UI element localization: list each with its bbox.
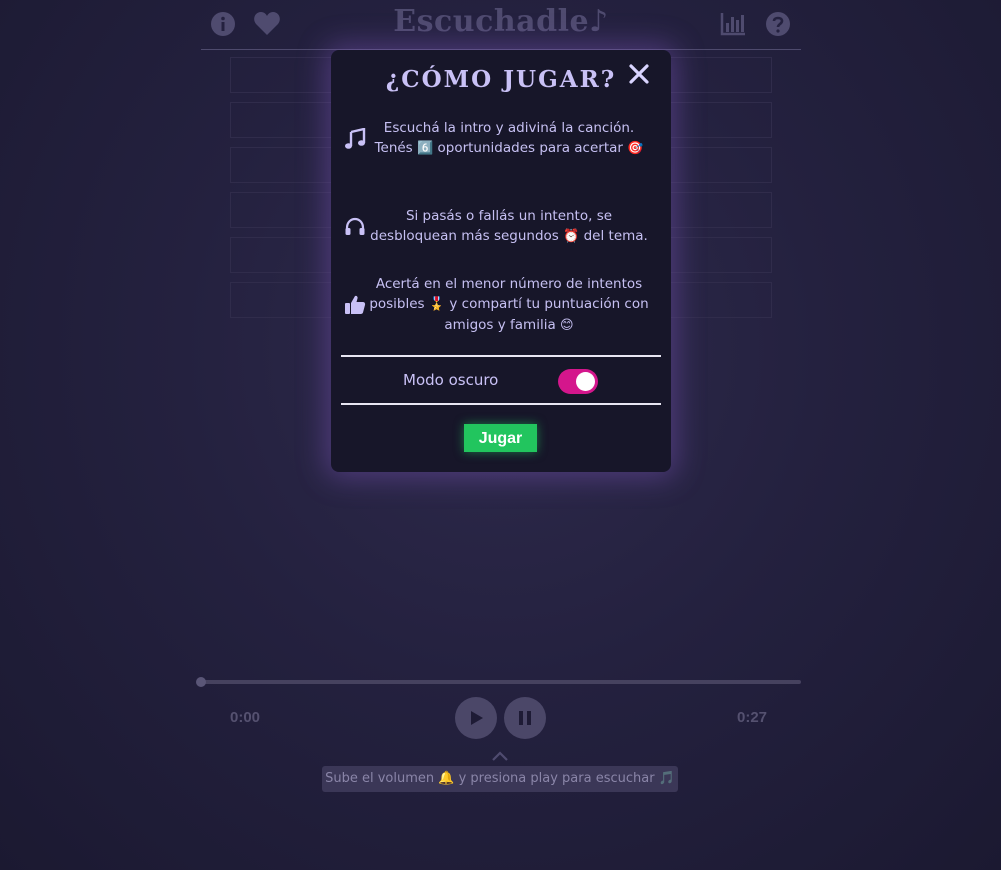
chevron-up-icon[interactable] [491, 749, 509, 763]
divider [341, 355, 661, 357]
modal-title: ¿CÓMO JUGAR? [385, 66, 617, 93]
music-note-icon [345, 127, 366, 149]
help-icon[interactable] [764, 10, 792, 38]
rule-item: Escuchá la intro y adiviná la canción. T… [341, 118, 661, 159]
toggle-knob [576, 372, 595, 391]
play-button[interactable] [455, 697, 497, 739]
rule-item: Acertá en el menor número de intentos po… [341, 274, 661, 336]
how-to-play-modal: ¿CÓMO JUGAR? Escuchá la intro y adiviná … [331, 50, 671, 472]
dark-mode-label: Modo oscuro [403, 371, 499, 389]
header: Escuchadle♪ [201, 0, 801, 50]
divider [341, 403, 661, 405]
pause-button[interactable] [504, 697, 546, 739]
close-icon[interactable] [627, 62, 651, 86]
stats-icon[interactable] [719, 10, 747, 38]
volume-hint: Sube el volumen 🔔 y presiona play para e… [322, 766, 678, 792]
dark-mode-toggle[interactable] [558, 369, 598, 394]
play-icon [471, 711, 483, 725]
rule-item: Si pasás o fallás un intento, se desbloq… [341, 206, 661, 247]
headphones-icon [345, 217, 365, 235]
rule-text-2: Si pasás o fallás un intento, se desbloq… [370, 208, 648, 244]
pause-icon [519, 711, 531, 725]
progress-handle[interactable] [196, 677, 206, 687]
rule-text-1: Escuchá la intro y adiviná la canción. T… [374, 120, 644, 156]
current-time: 0:00 [230, 709, 261, 726]
app-title: Escuchadle♪ [393, 4, 609, 39]
start-game-button[interactable]: Jugar [464, 424, 537, 452]
audio-progress-bar[interactable] [196, 677, 801, 687]
total-time: 0:27 [737, 709, 768, 726]
rule-text-3: Acertá en el menor número de intentos po… [369, 276, 649, 333]
thumbs-up-icon [345, 295, 366, 314]
